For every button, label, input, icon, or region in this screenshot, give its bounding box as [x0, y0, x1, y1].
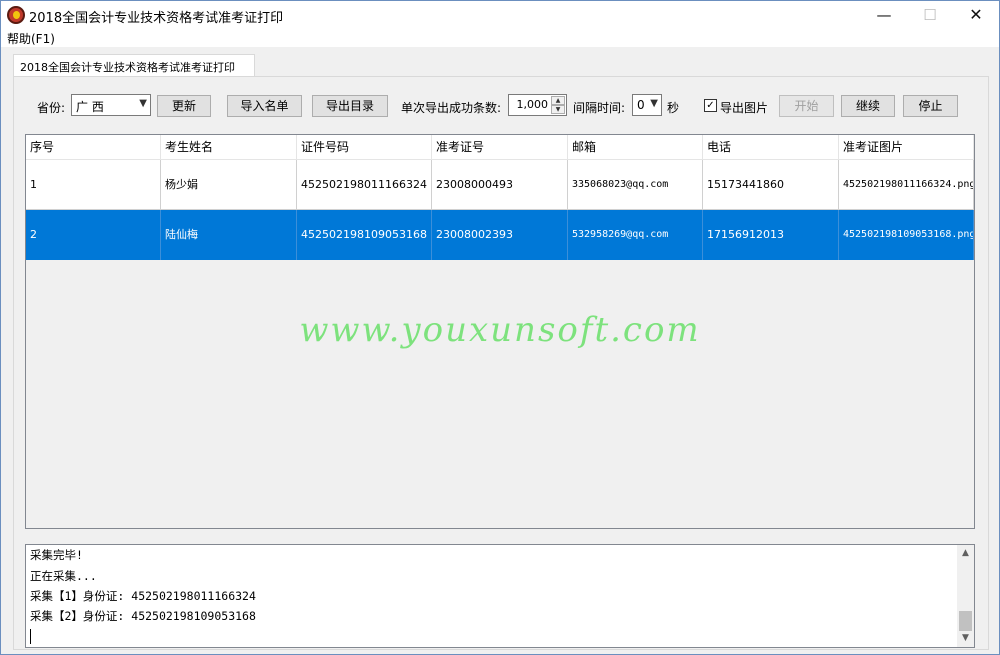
column-header[interactable]: 序号	[26, 135, 161, 160]
watermark: www.youxunsoft.com	[299, 310, 701, 350]
table-cell-selected[interactable]: 452502198109053168.png	[839, 210, 974, 260]
import-list-button[interactable]: 导入名单	[227, 95, 302, 117]
log-line: 采集完毕!	[30, 548, 83, 562]
column-header[interactable]: 邮箱	[568, 135, 703, 160]
title-bar: 2018全国会计专业技术资格考试准考证打印 — ☐ ✕	[1, 1, 999, 29]
log-line: 正在采集...	[30, 569, 97, 583]
app-window: 2018全国会计专业技术资格考试准考证打印 — ☐ ✕ 帮助(F1) 2018全…	[0, 0, 1000, 655]
table-cell[interactable]: 452502198011166324.png	[839, 160, 974, 210]
refresh-button[interactable]: 更新	[157, 95, 211, 117]
log-scrollbar[interactable]: ▲ ▼	[957, 545, 974, 647]
maximize-button[interactable]: ☐	[907, 1, 953, 29]
scroll-thumb[interactable]	[959, 611, 972, 631]
export-image-label: 导出图片	[720, 101, 769, 115]
table-cell-selected[interactable]: 532958269@qq.com	[568, 210, 703, 260]
table-cell-selected[interactable]: 2	[26, 210, 161, 260]
app-logo-icon	[7, 6, 25, 24]
start-button[interactable]: 开始	[779, 95, 834, 117]
table-cell[interactable]: 23008000493	[432, 160, 568, 210]
table-cell-selected[interactable]: 陆仙梅	[161, 210, 297, 260]
text-caret	[30, 629, 31, 644]
export-dir-button[interactable]: 导出目录	[312, 95, 388, 117]
column-header[interactable]: 证件号码	[297, 135, 432, 160]
menu-help[interactable]: 帮助(F1)	[7, 30, 55, 47]
continue-button[interactable]: 继续	[841, 95, 895, 117]
batch-value: 1,000	[516, 98, 549, 111]
province-label: 省份:	[37, 101, 66, 115]
batch-stepper[interactable]: 1,000 ▲ ▼	[508, 94, 567, 116]
log-line: 采集【2】身份证: 452502198109053168	[30, 609, 256, 623]
column-header[interactable]: 电话	[703, 135, 839, 160]
interval-value: 0	[637, 98, 645, 112]
window-title: 2018全国会计专业技术资格考试准考证打印	[29, 11, 284, 26]
interval-label: 间隔时间:	[573, 101, 626, 115]
tab-main[interactable]: 2018全国会计专业技术资格考试准考证打印	[13, 54, 255, 76]
table-cell[interactable]: 335068023@qq.com	[568, 160, 703, 210]
stepper-up-icon[interactable]: ▲	[551, 96, 565, 105]
table-cell[interactable]: 452502198011166324	[297, 160, 432, 210]
stepper-down-icon[interactable]: ▼	[551, 105, 565, 114]
stop-button[interactable]: 停止	[903, 95, 958, 117]
candidate-table[interactable]: 序号 考生姓名 证件号码 准考证号 邮箱 电话 准考证图片 1 杨少娟 4525…	[25, 134, 975, 529]
column-header[interactable]: 准考证图片	[839, 135, 974, 160]
batch-label: 单次导出成功条数:	[401, 101, 502, 115]
province-value: 广 西	[76, 100, 104, 114]
log-textbox[interactable]: 采集完毕! 正在采集... 采集【1】身份证: 4525021980111663…	[25, 544, 975, 648]
table-cell-selected[interactable]: 452502198109053168	[297, 210, 432, 260]
log-line: 采集【1】身份证: 452502198011166324	[30, 589, 256, 603]
chevron-down-icon: ▼	[139, 98, 147, 109]
scroll-up-icon[interactable]: ▲	[957, 545, 974, 562]
export-image-checkbox[interactable]: ✓	[704, 99, 717, 112]
scroll-down-icon[interactable]: ▼	[957, 630, 974, 647]
table-cell[interactable]: 1	[26, 160, 161, 210]
minimize-button[interactable]: —	[861, 1, 907, 29]
table-cell[interactable]: 15173441860	[703, 160, 839, 210]
table-cell[interactable]: 杨少娟	[161, 160, 297, 210]
column-header[interactable]: 准考证号	[432, 135, 568, 160]
seconds-label: 秒	[667, 101, 680, 115]
province-select[interactable]: 广 西 ▼	[71, 94, 151, 116]
chevron-down-icon: ▼	[650, 98, 658, 109]
table-cell-selected[interactable]: 17156912013	[703, 210, 839, 260]
column-header[interactable]: 考生姓名	[161, 135, 297, 160]
close-button[interactable]: ✕	[953, 1, 999, 29]
menu-bar: 帮助(F1)	[1, 29, 999, 47]
table-cell-selected[interactable]: 23008002393	[432, 210, 568, 260]
interval-select[interactable]: 0 ▼	[632, 94, 662, 116]
